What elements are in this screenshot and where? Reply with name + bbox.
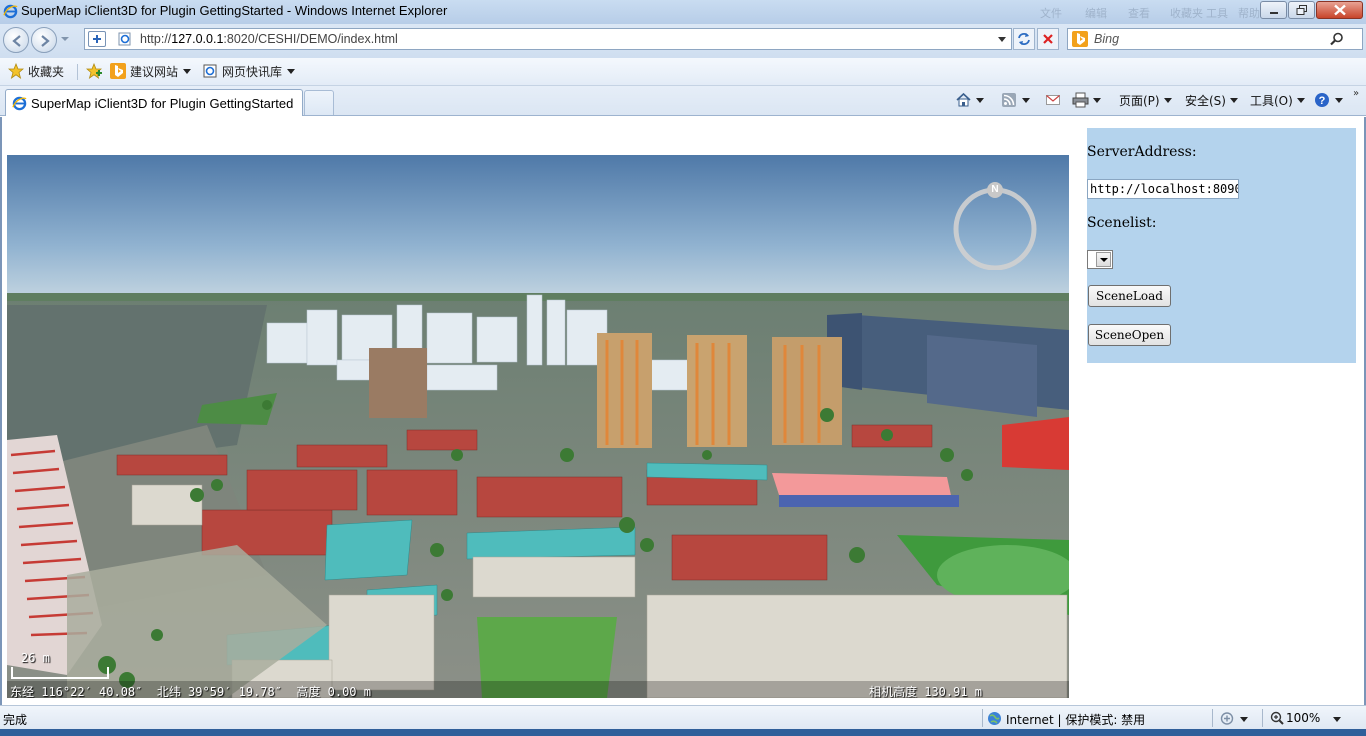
separator: [1262, 709, 1263, 727]
tab-page-icon: [12, 96, 27, 111]
camera-height-readout: 相机高度 130.91 m: [869, 685, 983, 698]
protected-mode-icon[interactable]: [1220, 711, 1236, 726]
scene-load-button[interactable]: SceneLoad: [1088, 285, 1171, 307]
close-icon: [1333, 4, 1346, 16]
zoom-level[interactable]: 100%: [1286, 711, 1320, 725]
city-scene-render: [7, 155, 1069, 698]
favorites-button[interactable]: 收藏夹: [8, 63, 64, 81]
print-button[interactable]: [1072, 92, 1101, 110]
restore-icon: [1296, 5, 1307, 15]
add-to-favorites-button[interactable]: [86, 63, 106, 81]
minimize-button[interactable]: [1260, 1, 1287, 19]
control-panel: ServerAddress: http://localhost:8090 Sce…: [1087, 128, 1356, 363]
mail-icon: [1046, 95, 1060, 105]
scene-open-button[interactable]: SceneOpen: [1088, 324, 1171, 346]
server-address-input[interactable]: http://localhost:8090: [1087, 179, 1239, 199]
back-button[interactable]: [3, 27, 29, 53]
svg-text:?: ?: [1319, 95, 1326, 107]
compatibility-view-icon[interactable]: [88, 31, 106, 47]
url-dropdown-icon[interactable]: [998, 37, 1006, 42]
web-slice-icon: [203, 64, 217, 78]
ghost-menu-view: 查看: [1128, 8, 1150, 20]
add-favorite-star-icon: [86, 63, 102, 79]
minimize-icon: [1269, 12, 1278, 14]
feeds-button[interactable]: [1001, 92, 1030, 110]
bing-suggest-icon: [110, 63, 126, 79]
ghost-menu-help: 帮助: [1238, 8, 1260, 20]
favorites-bar: 收藏夹 建议网站 网页快讯库: [0, 58, 1366, 86]
tools-menu[interactable]: 工具(O): [1250, 92, 1305, 110]
refresh-icon: [1018, 33, 1030, 45]
page-menu[interactable]: 页面(P): [1119, 92, 1172, 110]
stop-button[interactable]: [1037, 28, 1059, 50]
separator: [982, 709, 983, 727]
tab-bar: SuperMap iClient3D for Plugin GettingSta…: [0, 86, 1366, 116]
search-placeholder: Bing: [1094, 32, 1120, 46]
url-text: http://127.0.0.1:8020/CESHI/DEMO/index.h…: [140, 32, 398, 46]
security-zone-text[interactable]: Internet | 保护模式: 禁用: [1006, 711, 1145, 728]
web-slice-gallery-button[interactable]: 网页快讯库: [202, 63, 296, 81]
server-address-label: ServerAddress:: [1087, 144, 1197, 160]
scale-bar: [11, 667, 109, 679]
home-icon: [956, 92, 971, 107]
home-button[interactable]: [955, 92, 984, 110]
safety-menu[interactable]: 安全(S): [1185, 92, 1238, 110]
tab-label: SuperMap iClient3D for Plugin GettingSta…: [31, 96, 294, 111]
zoom-icon: [1270, 711, 1284, 725]
refresh-button[interactable]: [1013, 28, 1035, 50]
rss-feed-icon: [1002, 93, 1016, 107]
status-text: 完成: [3, 713, 28, 727]
scenelist-label: Scenelist:: [1087, 215, 1157, 231]
stop-icon: [1043, 34, 1053, 44]
ghost-menu-favorites: 收藏夹: [1170, 8, 1203, 20]
new-tab-button[interactable]: [304, 90, 334, 115]
title-bar: SuperMap iClient3D for Plugin GettingSta…: [0, 0, 1366, 24]
recent-pages-dropdown[interactable]: [61, 37, 69, 41]
compass-widget[interactable]: N: [952, 182, 1038, 271]
compass-north-label: N: [987, 182, 1003, 198]
chevron-down-icon[interactable]: [1096, 252, 1111, 267]
forward-arrow-icon: [41, 35, 50, 47]
separator: [77, 64, 78, 80]
printer-icon: [1072, 92, 1089, 108]
help-button[interactable]: ?: [1314, 92, 1343, 110]
help-icon: ?: [1315, 93, 1329, 107]
windows-taskbar: [0, 729, 1366, 736]
zoom-dropdown-icon[interactable]: [1333, 717, 1341, 722]
read-mail-button[interactable]: [1045, 92, 1062, 110]
window-title: SuperMap iClient3D for Plugin GettingSta…: [21, 3, 448, 18]
scenelist-select[interactable]: [1087, 250, 1113, 269]
zone-dropdown-icon[interactable]: [1240, 717, 1248, 722]
globe-icon: [988, 712, 1001, 725]
suggested-sites-button[interactable]: 建议网站: [110, 63, 192, 81]
search-input[interactable]: Bing: [1067, 28, 1363, 50]
ghost-menu-tools: 工具: [1206, 8, 1228, 20]
status-bar: 完成 Internet | 保护模式: 禁用 100%: [0, 705, 1366, 729]
restore-button[interactable]: [1288, 1, 1315, 19]
bing-icon: [1072, 31, 1088, 47]
tab-active[interactable]: SuperMap iClient3D for Plugin GettingSta…: [5, 89, 303, 116]
url-input[interactable]: http://127.0.0.1:8020/CESHI/DEMO/index.h…: [84, 28, 1012, 50]
page-icon: [118, 32, 131, 46]
ghost-menu-edit: 编辑: [1085, 8, 1107, 20]
search-icon[interactable]: [1330, 32, 1344, 46]
ghost-menu-file: 文件: [1040, 8, 1062, 20]
3d-scene-viewer[interactable]: N 26 m 东经 116°22′ 40.08″ 北纬 39°59′ 19.78…: [7, 155, 1069, 698]
coordinate-readout: 东经 116°22′ 40.08″ 北纬 39°59′ 19.78″ 高度 0.…: [10, 685, 371, 698]
forward-button[interactable]: [31, 27, 57, 53]
back-arrow-icon: [12, 35, 21, 47]
ie-logo-icon: [3, 4, 18, 19]
address-toolbar: http://127.0.0.1:8020/CESHI/DEMO/index.h…: [0, 24, 1366, 58]
close-window-button[interactable]: [1316, 1, 1363, 19]
scale-label: 26 m: [21, 651, 50, 665]
more-commands-chevron-icon[interactable]: »: [1353, 88, 1359, 99]
star-icon: [8, 63, 24, 79]
separator: [1212, 709, 1213, 727]
